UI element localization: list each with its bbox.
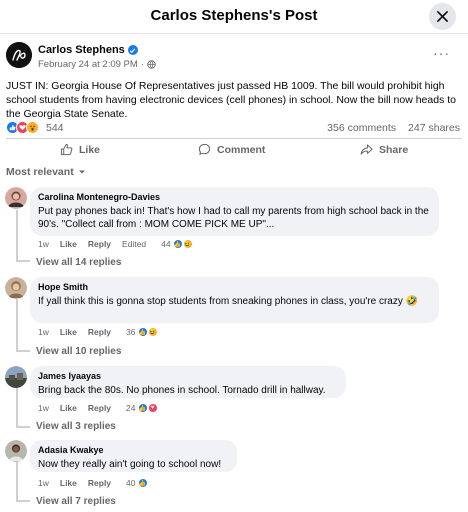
sort-label: Most relevant — [6, 166, 74, 178]
comment-reaction-count: 36 — [126, 327, 136, 337]
view-replies-link[interactable]: View all 3 replies — [36, 421, 116, 432]
comment-reactions[interactable]: 44 👍 😆 — [161, 239, 193, 249]
post-action-bar: Like Comment Share — [6, 138, 462, 162]
more-dots-icon: ··· — [433, 45, 450, 61]
view-replies-link[interactable]: View all 10 replies — [36, 346, 121, 357]
thumbs-up-icon — [60, 143, 73, 156]
thread-line — [16, 260, 30, 262]
love-reaction-icon: ♥ — [147, 403, 158, 413]
comment-reactions[interactable]: 40 👍 — [126, 478, 148, 488]
meta-separator: · — [140, 59, 144, 70]
close-icon — [437, 11, 448, 22]
like-label: Like — [79, 143, 101, 156]
like-reaction-icon: 👍 — [172, 239, 183, 249]
globe-icon — [147, 60, 156, 69]
comment-actions: 1w Like Reply 40 👍 — [38, 478, 148, 488]
comments-count[interactable]: 356 comments — [327, 122, 396, 134]
shares-count[interactable]: 247 shares — [408, 122, 460, 134]
dialog-title: Carlos Stephens's Post — [150, 7, 318, 24]
wow-reaction-icon — [26, 121, 39, 134]
avatar[interactable] — [5, 366, 27, 388]
share-label: Share — [379, 143, 409, 156]
like-reaction-icon: 👍 — [137, 327, 148, 337]
post-text: JUST IN: Georgia House Of Representative… — [6, 80, 456, 120]
share-icon — [360, 144, 373, 155]
comment-time[interactable]: 1w — [38, 403, 49, 413]
thread-line — [16, 426, 30, 428]
post-reactions[interactable]: 544 — [6, 121, 64, 134]
comment-text: Now they really ain't going to school no… — [38, 459, 222, 470]
comment-time[interactable]: 1w — [38, 478, 49, 488]
share-button[interactable]: Share — [360, 143, 408, 156]
avatar[interactable] — [5, 187, 27, 209]
haha-reaction-icon: 😆 — [182, 239, 193, 249]
thread-line — [16, 210, 18, 262]
comment-reply-button[interactable]: Reply — [88, 239, 111, 249]
comment-button[interactable]: Comment — [198, 143, 265, 156]
comment-like-button[interactable]: Like — [60, 403, 77, 413]
like-button[interactable]: Like — [60, 143, 100, 156]
more-options-button[interactable]: ··· — [433, 45, 450, 61]
comment-reaction-count: 44 — [161, 239, 171, 249]
haha-reaction-icon: 😆 — [147, 327, 158, 337]
avatar[interactable] — [5, 440, 27, 462]
comment-text: If yall think this is gonna stop student… — [38, 296, 419, 307]
post-meta: February 24 at 2:09 PM · — [38, 59, 156, 70]
edited-label: Edited — [122, 239, 147, 249]
comment-actions: 1w Like Reply Edited 44 👍 😆 — [38, 239, 193, 249]
verified-badge-icon — [127, 45, 138, 55]
comment-author[interactable]: Adasia Kwakye — [38, 445, 229, 456]
comment-bubble: James Iyaayas Bring back the 80s. No pho… — [30, 366, 346, 398]
post-date[interactable]: February 24 at 2:09 PM — [38, 59, 138, 70]
post-author[interactable]: Carlos Stephens — [38, 44, 138, 56]
reaction-count: 544 — [46, 121, 64, 134]
thread-line — [16, 299, 18, 351]
thread-line — [16, 500, 30, 502]
comment-bubble: Adasia Kwakye Now they really ain't goin… — [30, 440, 237, 472]
comment-text: Bring back the 80s. No phones in school.… — [38, 385, 326, 396]
like-reaction-icon: 👍 — [137, 478, 148, 488]
comment-reaction-count: 24 — [126, 403, 136, 413]
comment-bubble: Hope Smith If yall think this is gonna s… — [30, 277, 439, 323]
caret-down-icon — [78, 170, 85, 174]
comment-reaction-count: 40 — [126, 478, 136, 488]
comment-author[interactable]: James Iyaayas — [38, 371, 338, 382]
comment-reply-button[interactable]: Reply — [88, 403, 111, 413]
author-name[interactable]: Carlos Stephens — [38, 44, 125, 56]
comment-like-button[interactable]: Like — [60, 327, 77, 337]
view-replies-link[interactable]: View all 14 replies — [36, 257, 121, 268]
avatar[interactable] — [5, 277, 27, 299]
engagement-counts: 356 comments 247 shares — [327, 122, 460, 134]
comment-actions: 1w Like Reply 24 👍 ♥ — [38, 403, 158, 413]
comment-reply-button[interactable]: Reply — [88, 478, 111, 488]
like-reaction-icon: 👍 — [137, 403, 148, 413]
comment-actions: 1w Like Reply 36 👍 😆 — [38, 327, 158, 337]
comment-icon — [198, 143, 211, 155]
comment-author[interactable]: Carolina Montenegro-Davies — [38, 192, 431, 203]
comment-reactions[interactable]: 24 👍 ♥ — [126, 403, 158, 413]
comment-time[interactable]: 1w — [38, 239, 49, 249]
dialog-header: Carlos Stephens's Post — [0, 0, 468, 34]
close-button[interactable] — [429, 3, 456, 30]
thread-line — [16, 388, 18, 427]
comment-reply-button[interactable]: Reply — [88, 327, 111, 337]
comment-like-button[interactable]: Like — [60, 478, 77, 488]
author-avatar[interactable] — [6, 42, 32, 68]
view-replies-link[interactable]: View all 7 replies — [36, 496, 116, 507]
comment-time[interactable]: 1w — [38, 327, 49, 337]
comment-reactions[interactable]: 36 👍 😆 — [126, 327, 158, 337]
comment-sort-dropdown[interactable]: Most relevant — [6, 166, 86, 178]
thread-line — [16, 350, 30, 352]
comment-bubble: Carolina Montenegro-Davies Put pay phone… — [30, 187, 439, 236]
comment-author[interactable]: Hope Smith — [38, 282, 431, 293]
comment-label: Comment — [217, 143, 266, 156]
author-logo — [6, 42, 32, 68]
comment-text: Put pay phones back in! That's how I had… — [38, 206, 429, 230]
thread-line — [16, 462, 18, 501]
comment-like-button[interactable]: Like — [60, 239, 77, 249]
